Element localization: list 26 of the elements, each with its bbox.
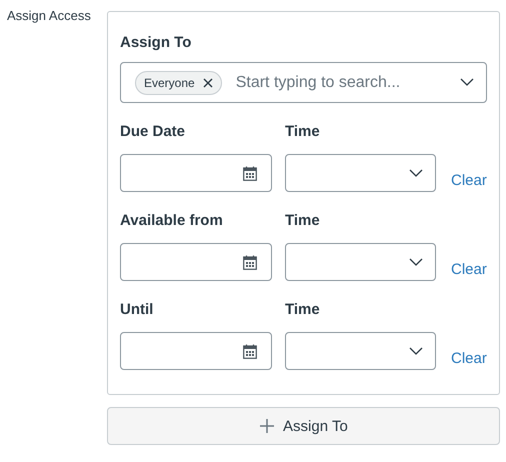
- assignee-combobox[interactable]: Everyone Start typing to search...: [120, 62, 487, 103]
- field-label: Available from: [120, 212, 224, 231]
- close-icon[interactable]: [202, 78, 213, 88]
- field-label: Time: [285, 301, 321, 320]
- calendar-icon[interactable]: [243, 254, 257, 270]
- plus-icon: [259, 418, 276, 434]
- chevron-down-icon[interactable]: [409, 168, 423, 178]
- assign-to-button[interactable]: Assign To: [107, 407, 500, 445]
- calendar-icon[interactable]: [243, 166, 257, 180]
- calendar-icon[interactable]: [243, 344, 257, 358]
- section-label: Assign Access: [7, 7, 92, 25]
- field-label: Assign To: [120, 34, 192, 51]
- field-label: Time: [285, 212, 321, 231]
- clear-link[interactable]: Clear: [451, 172, 487, 192]
- field-label: Time: [285, 123, 321, 142]
- clear-link[interactable]: Clear: [451, 261, 487, 281]
- chevron-down-icon[interactable]: [409, 346, 423, 356]
- assignee-tag[interactable]: Everyone: [135, 70, 222, 94]
- date-input[interactable]: [120, 243, 272, 281]
- field-label: Due Date: [120, 123, 186, 142]
- field-label: Until: [120, 301, 154, 320]
- date-input[interactable]: [120, 154, 272, 192]
- clear-link[interactable]: Clear: [451, 350, 487, 370]
- date-input[interactable]: [120, 332, 272, 370]
- chevron-down-icon[interactable]: [409, 258, 423, 266]
- chevron-down-icon[interactable]: [460, 78, 474, 87]
